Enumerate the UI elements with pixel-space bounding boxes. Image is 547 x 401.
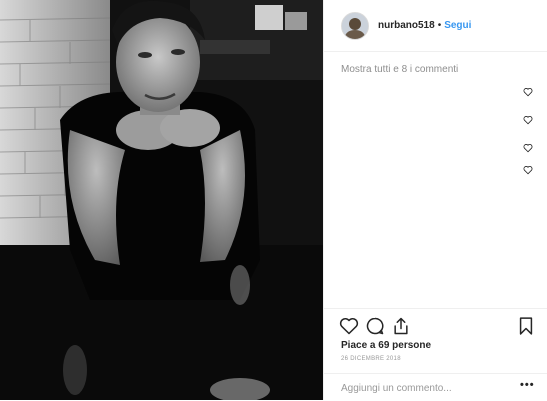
heart-icon[interactable] xyxy=(523,143,533,153)
heart-icon[interactable] xyxy=(523,115,533,125)
post-dialog: nurbano518 • Segui Mostra tutti e 8 i co… xyxy=(0,0,547,400)
bookmark-icon[interactable] xyxy=(516,316,536,336)
like-heart-icon[interactable] xyxy=(339,316,359,336)
post-side-panel: nurbano518 • Segui Mostra tutti e 8 i co… xyxy=(323,0,547,400)
avatar[interactable] xyxy=(341,11,369,40)
heart-icon[interactable] xyxy=(523,165,533,175)
add-comment-bar: ••• xyxy=(324,373,547,401)
more-options-icon[interactable]: ••• xyxy=(520,379,535,391)
show-all-comments-link[interactable]: Mostra tutti e 8 i commenti xyxy=(341,64,458,75)
post-date: 26 DICEMBRE 2018 xyxy=(341,356,401,362)
add-comment-input[interactable] xyxy=(341,380,511,396)
post-header: nurbano518 • Segui xyxy=(324,0,547,52)
heart-icon[interactable] xyxy=(523,87,533,97)
username-link[interactable]: nurbano518 xyxy=(378,20,435,31)
post-photo[interactable] xyxy=(0,0,323,400)
separator-dot: • xyxy=(437,20,442,31)
photo-image xyxy=(0,0,323,400)
comment-icon[interactable] xyxy=(365,316,385,336)
avatar-image xyxy=(342,12,368,39)
comments-section: Mostra tutti e 8 i commenti xyxy=(324,52,547,308)
follow-button[interactable]: Segui xyxy=(444,20,471,31)
likes-count[interactable]: Piace a 69 persone xyxy=(341,340,431,351)
share-icon[interactable] xyxy=(391,316,411,336)
post-actions: Piace a 69 persone 26 DICEMBRE 2018 ••• xyxy=(324,308,547,400)
